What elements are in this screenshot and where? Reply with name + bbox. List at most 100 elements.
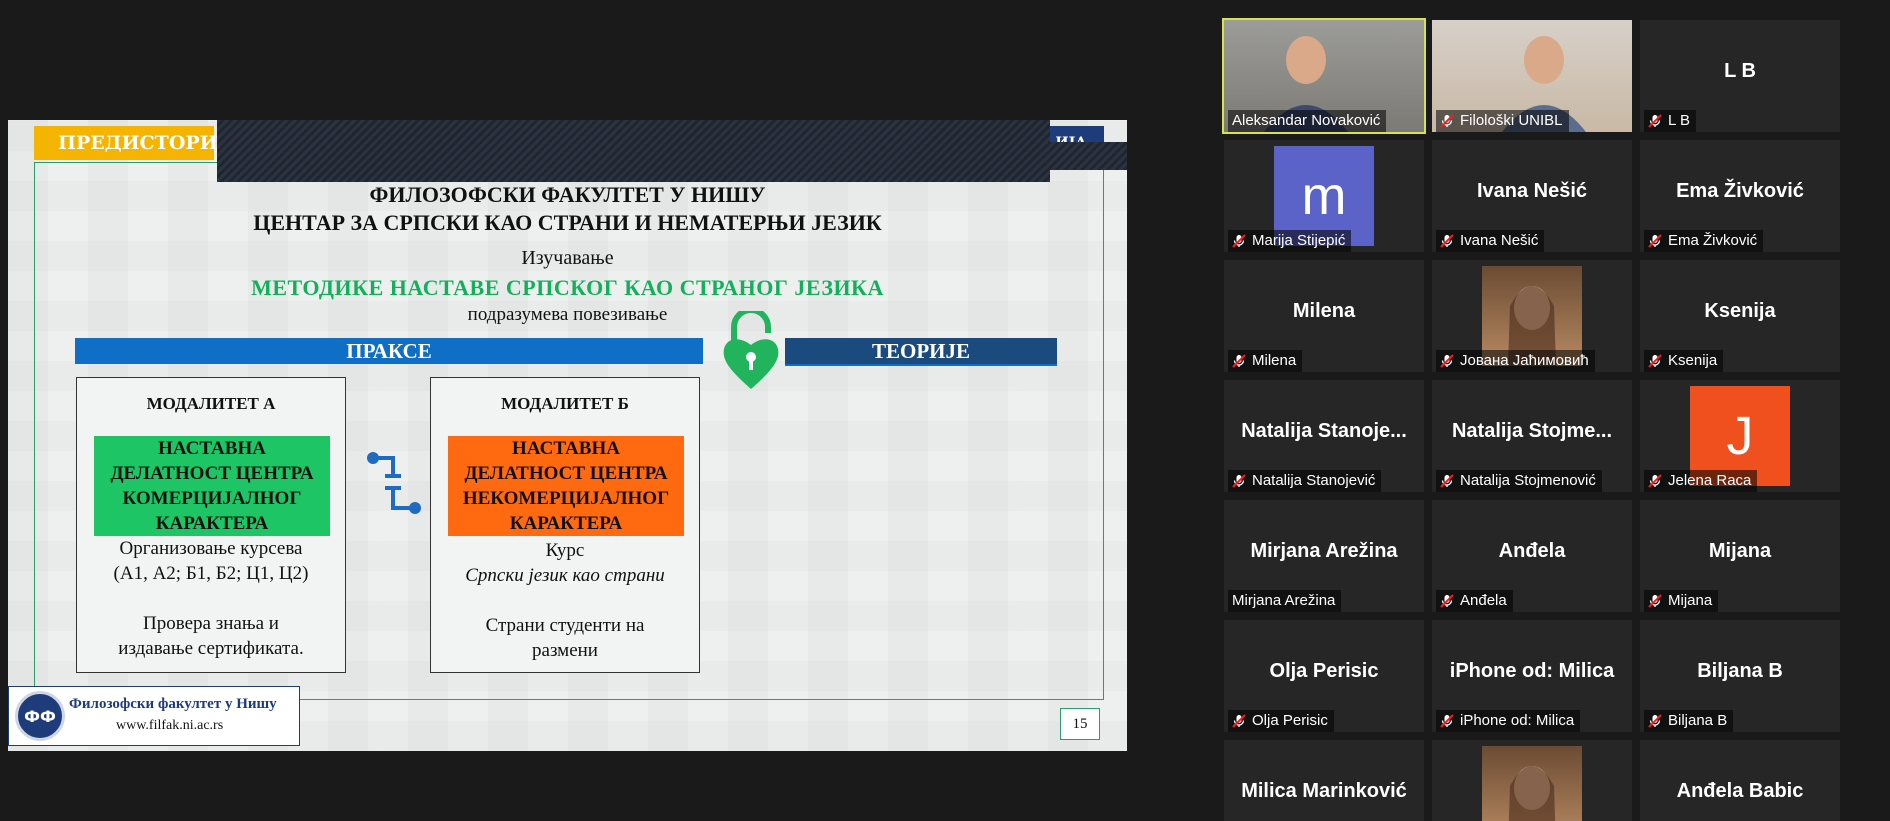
participant-name-label: Filološki UNIBL	[1436, 110, 1569, 132]
modality-b-line4: размени	[532, 640, 598, 661]
participant-display-name: Biljana B	[1697, 660, 1783, 682]
participant-name-label: Ema Živković	[1644, 230, 1764, 252]
participant-name-label: Jelena Raca	[1644, 470, 1758, 492]
slide-title-center: ЦЕНТАР ЗА СРПСКИ КАО СТРАНИ И НЕМАТЕРЊИ …	[253, 210, 882, 235]
modality-a-line2: (А1, А2; Б1, Б2; Ц1, Ц2)	[113, 563, 309, 584]
participant-label-text: Olja Perisic	[1252, 712, 1328, 729]
participant-label-text: Anđela	[1460, 592, 1507, 609]
participant-name-label: Mijana	[1644, 590, 1719, 612]
participant-display-name: Ema Živković	[1676, 180, 1804, 202]
participant-tile[interactable]: iPhone od: Milica iPhone od: Milica	[1432, 620, 1632, 732]
faculty-seal-icon: ФФ	[15, 691, 65, 741]
participant-label-text: Milena	[1252, 352, 1297, 369]
participant-label-text: Natalija Stanojević	[1252, 472, 1376, 489]
participant-tile[interactable]: Aleksandar Novaković	[1222, 18, 1426, 134]
participant-label-text: Aleksandar Novaković	[1232, 112, 1381, 129]
participant-display-name: Olja Perisic	[1269, 660, 1379, 682]
participant-display-name: Milica Marinković	[1241, 780, 1407, 802]
participant-tile[interactable]: Biljana B Biljana B	[1640, 620, 1840, 732]
muted-microphone-icon	[1232, 474, 1246, 488]
connector-icon	[367, 452, 421, 514]
participant-tile[interactable]: m Marija Stijepić	[1224, 140, 1424, 252]
footer-url: www.filfak.ni.ac.rs	[116, 718, 224, 733]
modality-a-highlight: НАСТАВНА ДЕЛАТНОСТ ЦЕНТРА КОМЕРЦИЈАЛНОГ …	[94, 436, 330, 536]
muted-microphone-icon	[1440, 594, 1454, 608]
participant-tile[interactable]: Anđela Anđela	[1432, 500, 1632, 612]
participant-tile[interactable]: Јована Јаћимовић	[1432, 260, 1632, 372]
participant-tile[interactable]: Natalija Stojme... Natalija Stojmenović	[1432, 380, 1632, 492]
modality-a-title: МОДАЛИТЕТ А	[146, 394, 276, 413]
participant-tile[interactable]: Milica Marinković	[1224, 740, 1424, 821]
band-practice: ПРАКСЕ	[75, 338, 703, 364]
participant-label-text: Ksenija	[1668, 352, 1718, 369]
participant-tile[interactable]: Olja Perisic Olja Perisic	[1224, 620, 1424, 732]
participant-tile[interactable]: Milena Milena	[1224, 260, 1424, 372]
participant-label-text: Jelena Raca	[1668, 472, 1752, 489]
participant-display-name: Anđela Babic	[1676, 780, 1804, 802]
participant-label-text: Filološki UNIBL	[1460, 112, 1563, 129]
participant-tile[interactable]: Ksenija Ksenija	[1640, 260, 1840, 372]
muted-microphone-icon	[1440, 714, 1454, 728]
participant-tile[interactable]: Anđela Babic	[1640, 740, 1840, 821]
participant-tile[interactable]: J Jelena Raca	[1640, 380, 1840, 492]
unlocked-heart-lock-icon	[723, 311, 779, 389]
participant-name-label: Ivana Nešić	[1436, 230, 1545, 252]
participant-display-name: Milena	[1292, 300, 1356, 322]
muted-microphone-icon	[1440, 234, 1454, 248]
participant-label-text: Mirjana Arežina	[1232, 592, 1336, 609]
modality-a-box: МОДАЛИТЕТ А НАСТАВНА ДЕЛАТНОСТ ЦЕНТРА КО…	[76, 377, 346, 673]
participant-name-label: Marija Stijepić	[1228, 230, 1352, 252]
modality-b-line1: Курс	[545, 540, 585, 561]
modality-b-highlight: НАСТАВНА ДЕЛАТНОСТ ЦЕНТРА НЕКОМЕРЦИЈАЛНО…	[448, 436, 684, 536]
participant-display-name: Natalija Stojme...	[1451, 420, 1613, 442]
participant-display-name: Mijana	[1708, 540, 1772, 562]
muted-microphone-icon	[1648, 594, 1662, 608]
muted-microphone-icon	[1232, 714, 1246, 728]
participant-name-label: Natalija Stanojević	[1228, 470, 1382, 492]
participant-label-text: Biljana B	[1668, 712, 1728, 729]
participant-tile[interactable]: Ivana Nešić Ivana Nešić	[1432, 140, 1632, 252]
participant-label-text: Јована Јаћимовић	[1460, 352, 1589, 369]
participant-photo	[1482, 746, 1582, 821]
participant-name-label: Aleksandar Novaković	[1228, 110, 1387, 132]
participant-display-name: Ivana Nešić	[1476, 180, 1588, 202]
muted-microphone-icon	[1648, 114, 1662, 128]
screen-share-toolbar-overlay	[217, 120, 1050, 182]
modality-b-line3: Страни студенти на	[485, 615, 645, 636]
participant-tile[interactable]: L B L B	[1640, 20, 1840, 132]
participant-tile[interactable]: Mijana Mijana	[1640, 500, 1840, 612]
participant-name-label: Milena	[1228, 350, 1303, 372]
participant-name-label: Biljana B	[1644, 710, 1734, 732]
participant-name-label: Јована Јаћимовић	[1436, 350, 1595, 372]
participant-name-label: Mirjana Arežina	[1228, 590, 1342, 612]
participant-label-text: iPhone od: Milica	[1460, 712, 1575, 729]
faculty-footer-logo: ФФ Филозофски факултет у Нишу www.filfak…	[8, 686, 300, 746]
participant-tile[interactable]: Natalija Stanoje... Natalija Stanojević	[1224, 380, 1424, 492]
participant-label-text: Natalija Stojmenović	[1460, 472, 1596, 489]
muted-microphone-icon	[1648, 474, 1662, 488]
muted-microphone-icon	[1440, 114, 1454, 128]
modality-a-line4: издавање сертификата.	[118, 638, 304, 659]
participant-tile[interactable]: Mirjana Arežina Mirjana Arežina	[1224, 500, 1424, 612]
participant-name-label: Natalija Stojmenović	[1436, 470, 1602, 492]
participant-name-label: iPhone od: Milica	[1436, 710, 1581, 732]
slide-text-implies: подразумева повезивање	[467, 304, 668, 325]
participant-label-text: Marija Stijepić	[1252, 232, 1346, 249]
participant-tile[interactable]: Ema Živković Ema Živković	[1640, 140, 1840, 252]
slide-page-number: 15	[1060, 708, 1100, 740]
participant-display-name: Ksenija	[1704, 300, 1776, 322]
slide-section-tag: ПРЕДИСТОРИЈА	[34, 126, 242, 160]
screen-share-toolbar-overlay-edge	[1044, 142, 1127, 170]
participant-display-name: L B	[1724, 60, 1756, 82]
participant-label-text: Ema Živković	[1668, 232, 1758, 249]
participant-name-label: Anđela	[1436, 590, 1513, 612]
participant-name-label: Ksenija	[1644, 350, 1724, 372]
slide-subject-heading: МЕТОДИКЕ НАСТАВЕ СРПСКОГ КАО СТРАНОГ ЈЕЗ…	[251, 275, 884, 300]
band-theory: ТЕОРИЈЕ	[785, 338, 1057, 366]
participant-tile[interactable]: Filološki UNIBL	[1432, 20, 1632, 132]
participant-label-text: Mijana	[1668, 592, 1713, 609]
modality-a-line3: Провера знања и	[143, 613, 279, 634]
participant-display-name: Mirjana Arežina	[1250, 540, 1398, 562]
participant-tile[interactable]	[1432, 740, 1632, 821]
shared-slide: ПРЕДИСТОРИЈА ИЈА ФИЛОЗОФСКИ ФАКУЛТЕТ У Н…	[8, 120, 1127, 751]
